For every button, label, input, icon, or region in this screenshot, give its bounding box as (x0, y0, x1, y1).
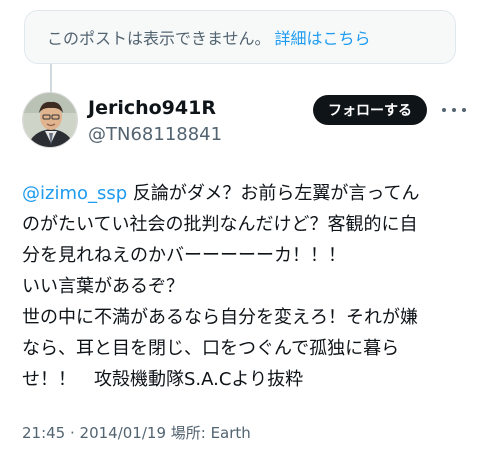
follow-button[interactable]: フォローする (313, 95, 427, 125)
profile-avatar-icon (23, 93, 77, 147)
tweet-line-1-text: 反論がダメ？お前ら左翼が言ってん (127, 183, 420, 204)
thread-connector-line (50, 64, 52, 92)
unavailable-post-notice: このポストは表示できません。 詳細はこちら (24, 10, 456, 64)
author-handle[interactable]: @TN68118841 (88, 124, 222, 145)
tweet-timestamp-location[interactable]: 21:45 · 2014/01/19 場所: Earth (22, 422, 251, 443)
tweet-line-4: いい言葉があるぞ？ (22, 276, 184, 297)
unavailable-notice-text: このポストは表示できません。 (47, 29, 271, 48)
tweet-line-6: なら、耳と目を閉じ、口をつぐんで孤独に暮ら (22, 338, 400, 359)
avatar[interactable] (22, 92, 78, 148)
tweet-line-2: のがたいてい社会の批判なんだけど？客観的に自 (22, 214, 418, 235)
tweet-line-1: @izimo_ssp 反論がダメ？お前ら左翼が言ってん (22, 178, 472, 209)
more-dot (442, 108, 446, 112)
tweet-line-5: 世の中に不満があるなら自分を変えろ！それが嫌 (22, 307, 418, 328)
tweet-text: @izimo_ssp 反論がダメ？お前ら左翼が言ってん のがたいてい社会の批判な… (22, 178, 472, 395)
mention-link[interactable]: @izimo_ssp (22, 183, 127, 204)
more-options-icon[interactable] (442, 100, 466, 120)
learn-more-link[interactable]: 詳細はこちら (275, 25, 371, 49)
tweet-line-7: せ！！ 攻殻機動隊S.A.Cより抜粋 (22, 369, 304, 390)
more-dot (452, 108, 456, 112)
author-display-name[interactable]: Jericho941R (88, 97, 216, 119)
more-dot (462, 108, 466, 112)
tweet-line-3: 分を見れねえのかバーーーーーカ！！！ (22, 245, 346, 266)
